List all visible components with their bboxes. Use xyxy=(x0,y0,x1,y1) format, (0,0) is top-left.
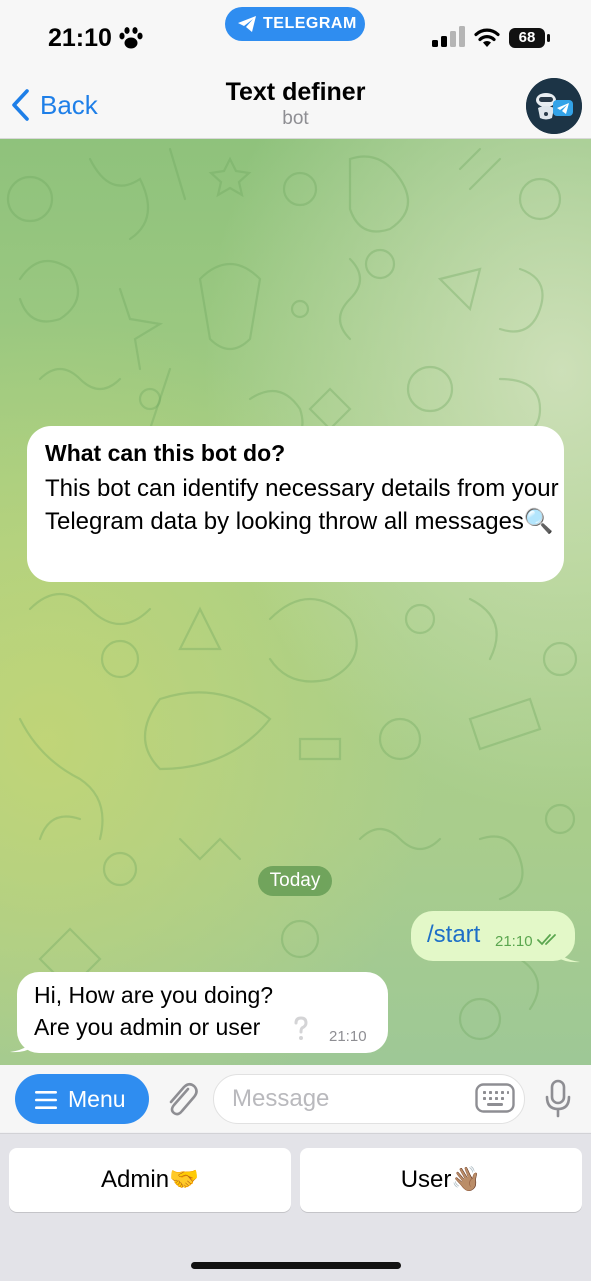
pill-label: TELEGRAM xyxy=(263,15,357,32)
battery-nub xyxy=(547,34,550,42)
chat-title[interactable]: Text definer xyxy=(0,78,591,107)
incoming-message-line-1: Hi, How are you doing? xyxy=(34,982,274,1008)
double-check-icon xyxy=(537,934,556,946)
outgoing-message-time: 21:10 xyxy=(495,933,533,950)
status-time: 21:10 xyxy=(48,24,112,52)
hamburger-icon xyxy=(35,1091,57,1109)
incoming-message-time: 21:10 xyxy=(329,1028,367,1045)
microphone-icon[interactable] xyxy=(544,1079,572,1119)
wifi-icon xyxy=(474,28,500,47)
outgoing-message[interactable]: /start 21:10 xyxy=(411,911,575,961)
admin-button[interactable]: Admin🤝 xyxy=(9,1148,291,1212)
keyboard-icon[interactable] xyxy=(475,1083,515,1113)
bot-description-title: What can this bot do? xyxy=(45,440,286,466)
chat-area[interactable]: What can this bot do? This bot can ident… xyxy=(0,139,591,1065)
bot-avatar[interactable] xyxy=(526,78,582,134)
menu-button[interactable]: Menu xyxy=(15,1074,149,1124)
reply-keyboard: Admin🤝 User👋🏽 xyxy=(0,1133,591,1281)
message-composer: Menu xyxy=(0,1065,591,1132)
date-separator: Today xyxy=(258,866,332,896)
status-bar: 21:10 TELEGRAM 68 xyxy=(0,0,591,70)
telegram-pill[interactable]: TELEGRAM xyxy=(225,7,365,41)
menu-label: Menu xyxy=(68,1086,126,1112)
outgoing-message-text[interactable]: /start xyxy=(427,921,480,949)
battery-level: 68 xyxy=(509,28,545,48)
cellular-signal-icon xyxy=(432,26,465,47)
paw-icon xyxy=(119,27,143,49)
incoming-message[interactable]: Hi, How are you doing? Are you admin or … xyxy=(17,972,388,1053)
battery-indicator: 68 xyxy=(509,28,553,50)
user-button[interactable]: User👋🏽 xyxy=(300,1148,582,1212)
attach-icon[interactable] xyxy=(162,1079,200,1119)
home-indicator[interactable] xyxy=(191,1262,401,1269)
chat-subtitle: bot xyxy=(282,108,309,129)
paper-plane-icon xyxy=(238,16,256,32)
question-mark-icon xyxy=(294,1016,308,1040)
bot-description-card: What can this bot do? This bot can ident… xyxy=(27,426,564,582)
chat-header: Back Text definer bot xyxy=(0,70,591,139)
incoming-message-line-2: Are you admin or user xyxy=(34,1014,261,1040)
robot-avatar-icon xyxy=(526,78,582,134)
bot-description-text: This bot can identify necessary details … xyxy=(45,475,559,535)
